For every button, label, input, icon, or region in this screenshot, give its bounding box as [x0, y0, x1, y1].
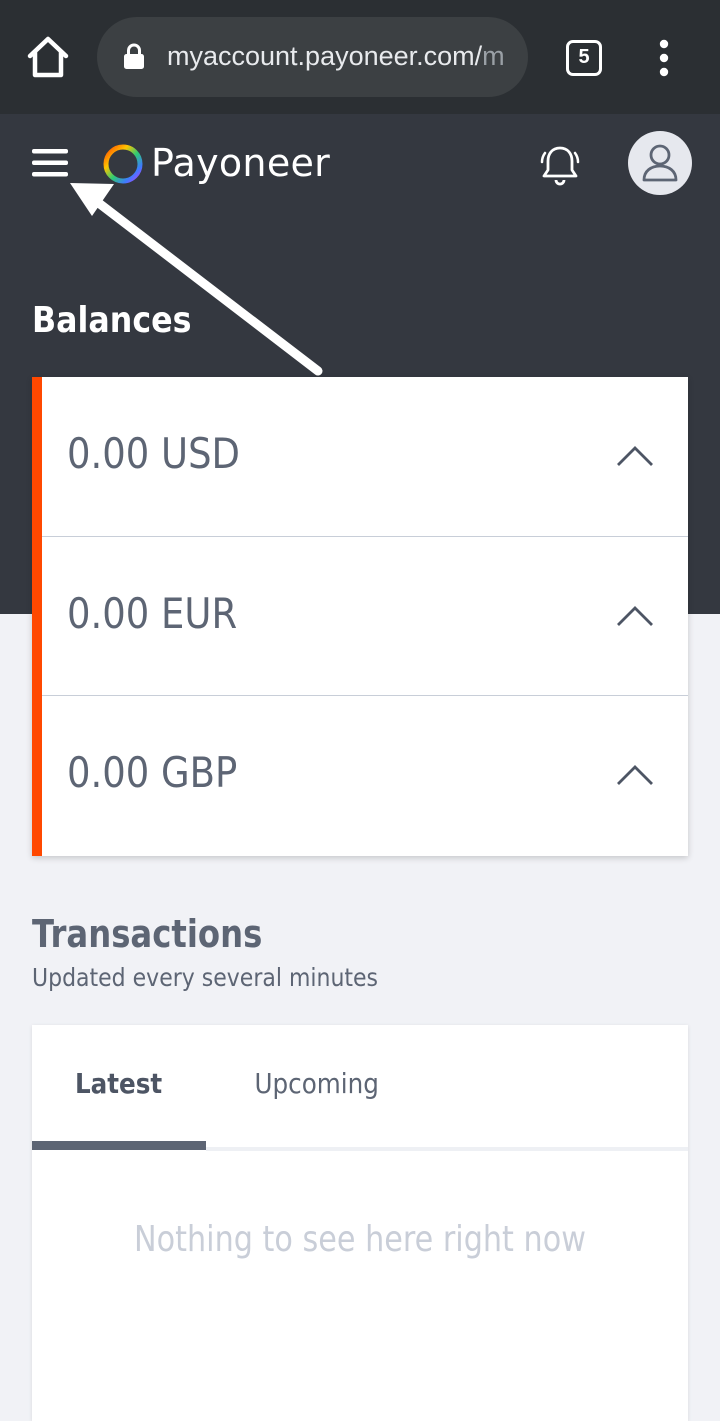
balances-card: 0.00 USD 0.00 EUR 0.00 GBP	[32, 377, 688, 856]
balance-amount: 0.00 EUR	[67, 588, 238, 638]
tab-latest[interactable]: Latest	[32, 1025, 206, 1150]
balance-row-gbp[interactable]: 0.00 GBP	[42, 696, 688, 856]
tab-divider	[206, 1147, 688, 1151]
url-text: myaccount.payoneer.com/m	[167, 41, 505, 72]
tab-label: Latest	[75, 1067, 163, 1100]
balances-title: Balances	[32, 300, 192, 341]
balance-row-usd[interactable]: 0.00 USD	[42, 377, 688, 537]
balance-amount: 0.00 USD	[67, 429, 241, 478]
balance-row-eur[interactable]: 0.00 EUR	[42, 537, 688, 696]
url-domain: myaccount.payoneer.com/	[167, 41, 483, 71]
empty-state-text: Nothing to see here right now	[134, 1219, 586, 1260]
balance-amount: 0.00 GBP	[67, 748, 238, 797]
empty-state-message: Nothing to see here right now	[32, 1219, 688, 1260]
tab-label: Upcoming	[254, 1067, 380, 1100]
hamburger-menu-icon[interactable]	[32, 146, 68, 180]
brand-name: Payoneer	[151, 141, 331, 185]
chevron-up-icon[interactable]	[616, 445, 654, 467]
lock-icon	[123, 43, 145, 69]
address-bar[interactable]: myaccount.payoneer.com/m	[97, 17, 528, 97]
transactions-card: Latest Upcoming Nothing to see here righ…	[32, 1025, 688, 1421]
home-icon[interactable]	[26, 34, 70, 80]
url-path: m	[482, 41, 505, 71]
active-tab-indicator	[32, 1141, 206, 1150]
chevron-up-icon[interactable]	[616, 764, 654, 786]
notifications-bell-icon[interactable]	[540, 144, 580, 186]
user-icon	[642, 144, 678, 182]
transactions-title: Transactions	[32, 912, 263, 956]
more-options-icon[interactable]	[652, 38, 676, 78]
payoneer-logo-icon	[102, 143, 144, 185]
tab-switcher-button[interactable]: 5	[566, 40, 602, 76]
transactions-subtitle: Updated every several minutes	[32, 963, 379, 992]
browser-toolbar: myaccount.payoneer.com/m 5	[0, 0, 720, 114]
chevron-up-icon[interactable]	[616, 605, 654, 627]
user-avatar[interactable]	[628, 131, 692, 195]
tab-upcoming[interactable]: Upcoming	[222, 1025, 412, 1150]
